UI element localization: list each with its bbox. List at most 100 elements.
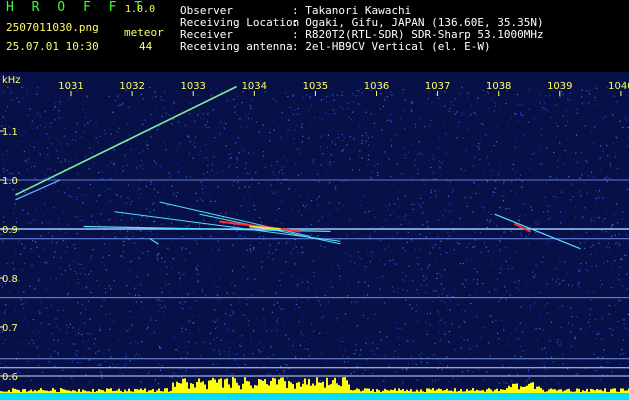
noise-pixel [476,283,478,285]
noise-pixel [548,337,550,339]
noise-pixel [106,164,109,166]
noise-pixel [342,341,344,343]
noise-pixel [618,266,621,268]
noise-pixel [47,154,49,156]
noise-pixel [155,95,157,97]
level-bar [560,389,562,393]
noise-pixel [147,148,149,150]
level-bar [262,380,264,393]
noise-pixel [55,150,58,152]
level-bar [392,390,394,393]
noise-pixel [489,355,491,357]
noise-pixel [217,240,219,242]
noise-pixel [134,287,136,289]
noise-pixel [86,285,88,287]
noise-pixel [559,283,561,285]
noise-pixel [77,216,79,218]
noise-pixel [78,329,80,331]
noise-pixel [62,369,64,371]
noise-pixel [298,210,300,212]
noise-pixel [213,309,216,311]
noise-pixel [613,95,615,97]
noise-pixel [253,330,255,332]
level-bar [338,385,340,393]
level-bar [104,391,106,393]
level-bar [62,389,64,393]
noise-pixel [369,234,371,237]
noise-pixel [73,244,75,246]
noise-pixel [468,129,470,131]
noise-pixel [622,352,625,355]
noise-pixel [585,159,587,161]
noise-pixel [357,362,359,365]
noise-pixel [379,288,381,290]
noise-pixel [39,155,42,157]
noise-pixel [26,141,28,143]
noise-pixel [217,171,219,174]
noise-pixel [521,331,524,333]
level-bar [74,390,76,393]
noise-pixel [323,98,325,100]
noise-pixel [309,142,311,144]
noise-pixel [405,299,407,301]
noise-pixel [614,260,616,262]
noise-pixel [364,282,366,284]
noise-pixel [465,279,467,281]
noise-pixel [463,339,465,341]
noise-pixel [77,278,79,280]
noise-pixel [359,155,361,157]
noise-pixel [20,303,22,306]
noise-pixel [299,152,301,154]
level-bar [168,391,170,393]
noise-pixel [280,284,282,286]
level-bar [384,388,386,393]
noise-pixel [460,347,462,349]
noise-pixel [5,304,7,306]
noise-pixel [490,258,493,260]
noise-pixel [47,208,49,211]
noise-pixel [232,268,234,270]
level-bar [32,391,34,393]
noise-pixel [109,313,111,315]
noise-pixel [508,207,510,209]
noise-pixel [414,124,416,126]
noise-pixel [172,258,174,260]
noise-pixel [365,140,367,143]
noise-pixel [150,319,152,322]
noise-pixel [526,379,529,381]
level-bar [438,388,440,393]
noise-pixel [314,289,316,291]
noise-pixel [607,242,610,244]
noise-pixel [178,272,180,274]
noise-pixel [219,298,221,300]
noise-pixel [389,214,392,216]
noise-pixel [341,91,343,93]
noise-pixel [253,247,255,249]
noise-pixel [599,379,601,382]
noise-pixel [586,161,588,163]
level-bar [236,382,238,393]
noise-pixel [47,175,49,177]
noise-pixel [44,333,46,335]
level-bar [324,387,326,393]
noise-pixel [592,331,594,333]
noise-pixel [603,349,605,351]
noise-pixel [414,165,416,167]
level-bar [4,391,6,393]
noise-pixel [272,252,274,254]
noise-pixel [617,320,619,322]
noise-pixel [247,324,250,326]
noise-pixel [461,86,463,88]
noise-pixel [449,210,451,213]
noise-pixel [285,261,287,263]
noise-pixel [188,321,190,323]
noise-pixel [594,318,596,321]
level-bar [318,382,320,393]
noise-pixel [541,135,543,137]
noise-pixel [404,99,406,101]
noise-pixel [495,319,497,321]
level-bar [356,388,358,393]
noise-pixel [591,146,593,148]
noise-pixel [33,146,35,148]
noise-pixel [296,252,298,254]
